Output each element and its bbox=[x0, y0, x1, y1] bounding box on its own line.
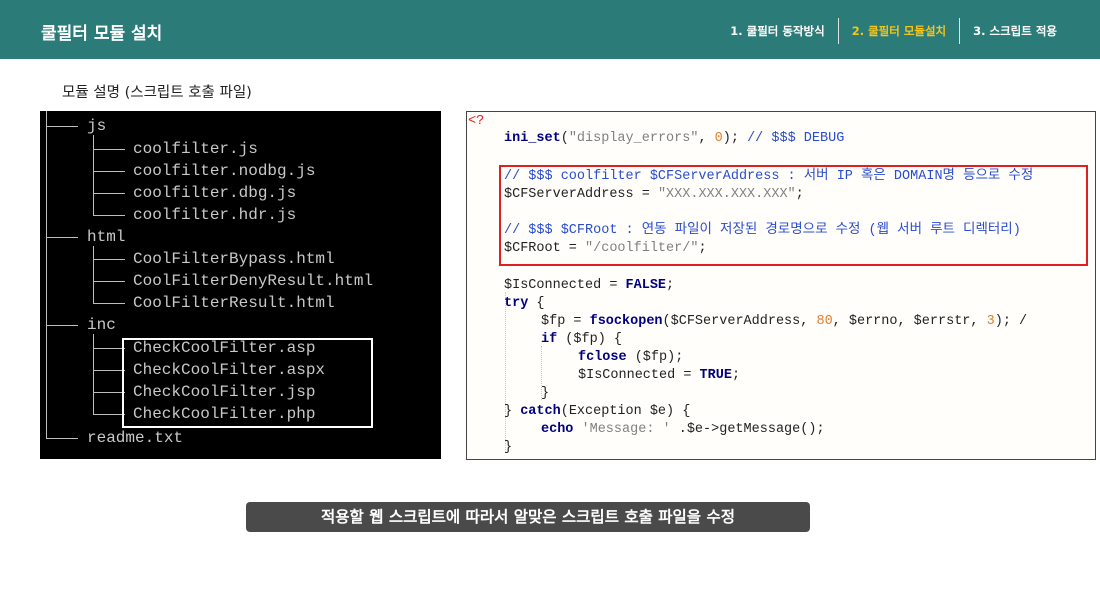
tree-branch bbox=[93, 259, 125, 260]
tree-file: coolfilter.nodbg.js bbox=[133, 162, 316, 180]
code-token: ; bbox=[731, 368, 741, 383]
code-token: ini_set bbox=[504, 131, 561, 146]
code-token: $IsConnected = bbox=[578, 368, 700, 383]
section-subtitle: 모듈 설명 (스크립트 호출 파일) bbox=[62, 85, 252, 101]
code-token: catch bbox=[520, 404, 561, 419]
tree-branch bbox=[93, 392, 125, 393]
tree-branch bbox=[93, 215, 125, 216]
code-token: // $$$ DEBUG bbox=[747, 131, 845, 146]
code-line: ini_set("display_errors", 0); // $$$ DEB… bbox=[504, 130, 844, 148]
page-title: 쿨필터 모듈 설치 bbox=[41, 24, 163, 44]
nav-item-script-apply[interactable]: 3. 스크립트 적용 bbox=[960, 18, 1070, 44]
tree-subtrunk bbox=[93, 135, 94, 215]
header-bar: 쿨필터 모듈 설치 1. 쿨필터 동작방식 2. 쿨필터 모듈설치 3. 스크립… bbox=[0, 0, 1100, 59]
tree-trunk bbox=[46, 111, 47, 439]
nav-item-module-install[interactable]: 2. 쿨필터 모듈설치 bbox=[839, 18, 959, 44]
nav-item-operation[interactable]: 1. 쿨필터 동작방식 bbox=[717, 18, 837, 44]
tree-file-readme: readme.txt bbox=[87, 429, 184, 447]
tree-folder-inc: inc bbox=[87, 316, 116, 334]
tree-branch bbox=[93, 281, 125, 282]
code-token: fsockopen bbox=[589, 314, 663, 329]
tree-file: coolfilter.hdr.js bbox=[133, 206, 297, 224]
code-line: if ($fp) { bbox=[541, 331, 622, 349]
code-token: (Exception $e) { bbox=[560, 404, 691, 419]
tree-branch bbox=[93, 193, 125, 194]
directory-tree-panel: js coolfilter.js coolfilter.nodbg.js coo… bbox=[40, 111, 441, 459]
code-line: $fp = fsockopen($CFServerAddress, 80, $e… bbox=[541, 313, 1027, 331]
tree-branch bbox=[93, 171, 125, 172]
code-line: $IsConnected = FALSE; bbox=[504, 277, 674, 295]
code-token: "display_errors" bbox=[568, 131, 699, 146]
code-token: ($CFServerAddress, bbox=[662, 314, 817, 329]
tree-branch bbox=[93, 370, 125, 371]
code-token: ); bbox=[722, 131, 748, 146]
code-token: 'Message: ' bbox=[573, 422, 671, 437]
code-token: $IsConnected = bbox=[504, 278, 626, 293]
code-token: 3 bbox=[986, 314, 995, 329]
tree-branch bbox=[46, 325, 78, 326]
code-token: $fp = bbox=[541, 314, 590, 329]
code-token: } bbox=[504, 440, 513, 455]
tree-file: coolfilter.js bbox=[133, 140, 258, 158]
code-line: try { bbox=[504, 295, 545, 313]
tree-file: CoolFilterDenyResult.html bbox=[133, 272, 374, 290]
code-token: } bbox=[541, 386, 550, 401]
tree-branch bbox=[46, 438, 78, 439]
code-token: 0 bbox=[714, 131, 723, 146]
code-token: ( bbox=[560, 131, 569, 146]
tree-branch bbox=[93, 149, 125, 150]
code-token: fclose bbox=[578, 350, 627, 365]
tree-subtrunk bbox=[93, 334, 94, 414]
code-token: try bbox=[504, 296, 529, 311]
code-panel: <? ini_set("display_errors", 0); // $$$ … bbox=[466, 111, 1096, 460]
indent-guide bbox=[505, 292, 506, 452]
tree-branch bbox=[93, 348, 125, 349]
caption-banner: 적용할 웹 스크립트에 따라서 알맞은 스크립트 호출 파일을 수정 bbox=[246, 502, 810, 532]
tree-file: CoolFilterBypass.html bbox=[133, 250, 335, 268]
code-token: FALSE bbox=[625, 278, 667, 293]
tree-file: coolfilter.dbg.js bbox=[133, 184, 297, 202]
tree-branch bbox=[93, 303, 125, 304]
code-token: ; bbox=[666, 278, 675, 293]
tree-branch bbox=[46, 237, 78, 238]
tree-branch bbox=[93, 414, 125, 415]
code-token: } bbox=[504, 404, 521, 419]
code-token: .$e->getMessage(); bbox=[670, 422, 825, 437]
code-token: , $errno, $errstr, bbox=[832, 314, 987, 329]
code-token: echo bbox=[541, 422, 574, 437]
highlight-box bbox=[122, 338, 373, 428]
code-line: $IsConnected = TRUE; bbox=[578, 367, 740, 385]
code-line: echo 'Message: ' .$e->getMessage(); bbox=[541, 421, 825, 439]
code-token: 80 bbox=[816, 314, 833, 329]
code-line: fclose ($fp); bbox=[578, 349, 683, 367]
code-token: ($fp) { bbox=[557, 332, 623, 347]
code-line: } bbox=[504, 439, 512, 457]
tree-folder-html: html bbox=[87, 228, 126, 246]
tree-folder-js: js bbox=[87, 117, 107, 135]
code-line: <? bbox=[468, 113, 484, 131]
highlight-box bbox=[499, 165, 1088, 266]
tree-branch bbox=[46, 126, 78, 127]
tree-file: CoolFilterResult.html bbox=[133, 294, 335, 312]
section-nav: 1. 쿨필터 동작방식 2. 쿨필터 모듈설치 3. 스크립트 적용 bbox=[717, 18, 1070, 44]
code-token: if bbox=[541, 332, 558, 347]
code-line: } bbox=[541, 385, 549, 403]
code-token: { bbox=[528, 296, 545, 311]
code-token: ($fp); bbox=[626, 350, 684, 365]
php-open-tag: <? bbox=[468, 114, 485, 129]
code-line: } catch(Exception $e) { bbox=[504, 403, 690, 421]
code-token: TRUE bbox=[699, 368, 732, 383]
code-token: ); / bbox=[994, 314, 1028, 329]
tree-subtrunk bbox=[93, 246, 94, 303]
code-token: , bbox=[698, 131, 715, 146]
